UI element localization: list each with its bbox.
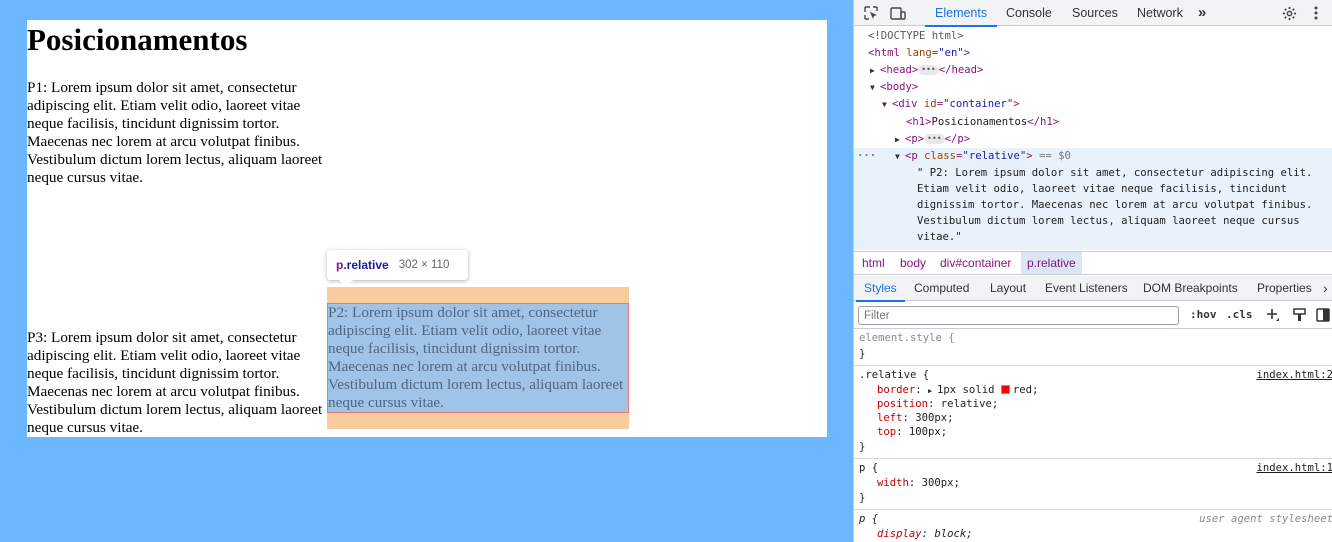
tab-dom-breakpoints[interactable]: DOM Breakpoints [1143, 276, 1238, 301]
source-link[interactable]: index.html:2 [1256, 368, 1332, 382]
decl-border[interactable]: border: ▶ 1px solid red; [877, 383, 1038, 398]
tooltip-size: 302 × 110 [398, 259, 450, 271]
tab-network[interactable]: Network [1137, 0, 1183, 26]
tab-console[interactable]: Console [1006, 0, 1052, 26]
tree-p-relative[interactable]: ▼ <p class="relative"> == $0 [895, 148, 1071, 165]
tree-doctype[interactable]: <!DOCTYPE html> [868, 28, 964, 45]
more-subtabs-icon[interactable]: › [1323, 276, 1328, 301]
breadcrumb-body[interactable]: body [894, 252, 932, 274]
inspect-icon[interactable] [862, 4, 880, 22]
rule-relative[interactable]: .relative { index.html:2 border: ▶ 1px so… [854, 366, 1332, 459]
devtools-panel: Elements Console Sources Network » <!DOC… [853, 0, 1332, 542]
container-div: Posicionamentos P1: Lorem ipsum dolor si… [27, 20, 827, 437]
breadcrumb-p-relative[interactable]: p.relative [1021, 252, 1082, 274]
ellipsis-icon[interactable]: ••• [918, 65, 939, 75]
tree-div-container[interactable]: ▼ <div id="container"> [882, 96, 1020, 113]
paragraph-p2-relative[interactable]: P2: Lorem ipsum dolor sit amet, consecte… [328, 304, 628, 412]
tooltip-tag: p [336, 258, 344, 272]
breadcrumb-html[interactable]: html [856, 252, 891, 274]
tree-p-text[interactable]: " P2: Lorem ipsum dolor sit amet, consec… [917, 165, 1312, 245]
rule-p[interactable]: p { index.html:1 width: 300px; } [854, 459, 1332, 510]
tree-head[interactable]: ▶ <head> ••• </head> [870, 62, 983, 79]
collapse-triangle-icon[interactable]: ▼ [882, 96, 892, 113]
source-link[interactable]: index.html:1 [1256, 461, 1332, 475]
expand-triangle-icon[interactable]: ▶ [895, 131, 905, 148]
paragraph-p1: P1: Lorem ipsum dolor sit amet, consecte… [27, 79, 323, 186]
device-toggle-icon[interactable] [889, 4, 907, 22]
devtools-toolbar: Elements Console Sources Network » [854, 0, 1332, 27]
rule-user-agent-p[interactable]: p { user agent stylesheet display: block… [854, 510, 1332, 542]
decl-width[interactable]: width: 300px; [877, 476, 960, 490]
hov-button[interactable]: :hov [1190, 308, 1217, 321]
decl-display[interactable]: display: block; [877, 527, 973, 541]
styles-filter-bar: :hov .cls [854, 301, 1332, 329]
styles-pane: element.style { } .relative { index.html… [854, 329, 1332, 542]
tab-elements[interactable]: Elements [924, 0, 998, 27]
tree-body[interactable]: ▼ <body> [870, 79, 918, 96]
tab-computed[interactable]: Computed [914, 276, 969, 301]
filter-input[interactable] [858, 306, 1179, 325]
tooltip-class: .relative [343, 258, 389, 272]
ellipsis-icon[interactable]: ••• [924, 134, 945, 144]
tab-styles[interactable]: Styles [856, 276, 905, 302]
collapse-triangle-icon[interactable]: ▼ [895, 148, 905, 165]
color-swatch[interactable] [1000, 385, 1010, 394]
breadcrumb: html body div#container p.relative [854, 251, 1332, 275]
styles-subtabs: Styles Computed Layout Event Listeners D… [854, 276, 1332, 302]
page-heading: Posicionamentos [27, 22, 248, 57]
kebab-menu-icon[interactable] [1307, 4, 1325, 22]
collapse-triangle-icon[interactable]: ▼ [870, 79, 880, 96]
elements-tree: <!DOCTYPE html> <html lang="en"> ▶ <head>… [854, 27, 1332, 250]
more-tabs-icon[interactable]: » [1198, 0, 1206, 26]
tree-p1[interactable]: ▶ <p> ••• </p> [895, 131, 970, 148]
paragraph-p3: P3: Lorem ipsum dolor sit amet, consecte… [27, 329, 323, 436]
tab-sources[interactable]: Sources [1072, 0, 1118, 26]
decl-top[interactable]: top: 100px; [877, 425, 947, 439]
breadcrumb-div-container[interactable]: div#container [934, 252, 1017, 274]
tree-h1[interactable]: <h1>Posicionamentos</h1> [906, 114, 1059, 131]
tree-html[interactable]: <html lang="en"> [868, 45, 970, 62]
tab-event-listeners[interactable]: Event Listeners [1045, 276, 1128, 301]
sidebar-toggle-icon[interactable] [1314, 306, 1332, 324]
add-rule-icon[interactable] [1264, 306, 1282, 324]
page-viewport: Posicionamentos P1: Lorem ipsum dolor si… [0, 0, 853, 542]
tab-properties[interactable]: Properties [1257, 276, 1312, 301]
decl-left[interactable]: left: 300px; [877, 411, 954, 425]
expand-triangle-icon[interactable]: ▶ [928, 384, 937, 398]
settings-icon[interactable] [1280, 4, 1298, 22]
expand-triangle-icon[interactable]: ▶ [870, 62, 880, 79]
paint-brush-icon[interactable] [1290, 306, 1308, 324]
user-agent-label: user agent stylesheet [1199, 513, 1332, 525]
rule-element-style[interactable]: element.style { } [854, 329, 1332, 366]
cls-button[interactable]: .cls [1226, 308, 1253, 321]
gutter-dots-icon[interactable]: ··· [857, 148, 876, 165]
decl-position[interactable]: position: relative; [877, 397, 998, 411]
tab-layout[interactable]: Layout [990, 276, 1026, 301]
inspect-tooltip: p .relative 302 × 110 [327, 250, 468, 287]
